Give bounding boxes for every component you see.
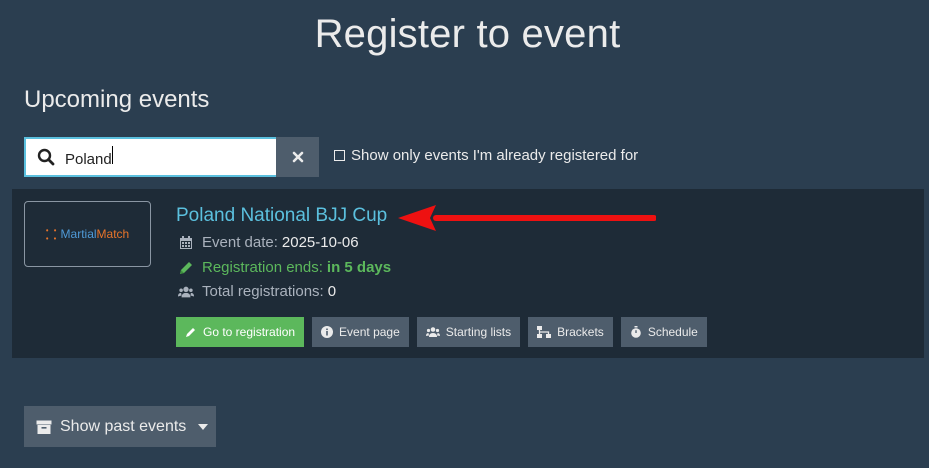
users-icon [178, 284, 194, 300]
section-title: Upcoming events [24, 86, 210, 113]
search-bar: Poland [24, 137, 319, 177]
search-input[interactable]: Poland [65, 146, 235, 168]
event-logo[interactable]: ⸬ Martial Match [24, 201, 151, 267]
page: Register to event Upcoming events Poland… [0, 0, 929, 468]
pencil-icon [178, 260, 194, 276]
info-circle-icon [321, 326, 334, 338]
archive-icon [36, 419, 52, 435]
martialmatch-logo-icon: ⸬ [45, 227, 57, 242]
go-to-registration-button[interactable]: Go to registration [176, 317, 305, 347]
schedule-label: Schedule [647, 325, 698, 339]
starting-lists-button[interactable]: Starting lists [416, 317, 521, 347]
search-input-value: Poland [65, 151, 112, 168]
total-registrations-label: Total registrations: [202, 283, 324, 300]
go-to-registration-label: Go to registration [203, 325, 296, 339]
registered-filter[interactable]: Show only events I'm already registered … [334, 147, 638, 164]
registration-deadline-label: Registration ends: [202, 259, 323, 276]
stopwatch-icon [630, 326, 642, 338]
registered-filter-label: Show only events I'm already registered … [351, 147, 639, 164]
users-icon [425, 326, 440, 338]
page-title: Register to event [314, 12, 621, 56]
event-date-label: Event date: [202, 234, 278, 251]
show-past-events-button[interactable]: Show past events [24, 406, 216, 447]
starting-lists-label: Starting lists [445, 325, 512, 339]
event-date: Event date: 2025-10-06 [178, 234, 359, 251]
registration-deadline-value: in 5 days [326, 259, 392, 276]
times-icon [292, 151, 304, 163]
text-caret [111, 146, 113, 164]
show-past-events-label: Show past events [60, 417, 187, 435]
registered-filter-checkbox[interactable] [334, 150, 345, 161]
pencil-icon [185, 326, 197, 338]
event-title-link[interactable]: Poland National BJJ Cup [176, 205, 387, 227]
schedule-button[interactable]: Schedule [620, 317, 707, 347]
clear-search-button[interactable] [276, 137, 319, 177]
search-field[interactable]: Poland [24, 137, 276, 177]
search-icon [37, 148, 55, 166]
event-date-value: 2025-10-06 [281, 234, 359, 251]
event-actions: Go to registration Event page Starting l… [176, 317, 707, 347]
event-page-button[interactable]: Event page [312, 317, 409, 347]
registration-deadline: Registration ends: in 5 days [178, 259, 391, 276]
event-page-label: Event page [339, 325, 400, 339]
logo-text-part1: Martial [60, 227, 97, 241]
brackets-button[interactable]: Brackets [528, 317, 613, 347]
brackets-label: Brackets [557, 325, 604, 339]
logo-text-part2: Match [96, 227, 130, 241]
total-registrations-value: 0 [327, 283, 337, 300]
annotation-arrow [398, 205, 656, 231]
calendar-icon [178, 235, 194, 251]
chevron-down-icon [198, 423, 209, 430]
sitemap-icon [537, 326, 552, 338]
total-registrations: Total registrations: 0 [178, 283, 336, 300]
